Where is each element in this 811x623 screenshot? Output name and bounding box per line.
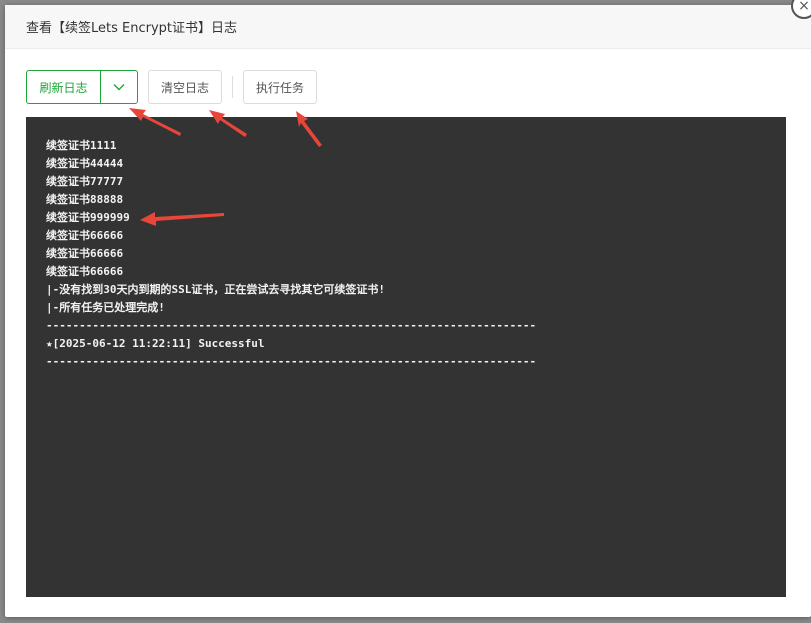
log-output: 续签证书1111 续签证书44444 续签证书77777 续签证书88888 续… xyxy=(26,117,786,597)
refresh-log-label: 刷新日志 xyxy=(39,80,88,95)
chevron-down-icon xyxy=(113,84,125,91)
log-line: 续签证书66666 xyxy=(46,247,124,260)
log-line: 续签证书1111 xyxy=(46,139,117,152)
log-line: |-没有找到30天内到期的SSL证书，正在尝试去寻找其它可续签证书! xyxy=(46,283,385,296)
refresh-log-button[interactable]: 刷新日志 xyxy=(27,71,101,103)
refresh-button-group: 刷新日志 xyxy=(26,70,138,104)
log-line: |-所有任务已处理完成! xyxy=(46,301,165,314)
log-line: 续签证书66666 xyxy=(46,229,124,242)
log-line: 续签证书66666 xyxy=(46,265,124,278)
log-line: 续签证书999999 xyxy=(46,211,130,224)
log-separator: ----------------------------------------… xyxy=(46,355,537,368)
dialog-header: 查看【续签Lets Encrypt证书】日志 xyxy=(5,5,811,49)
toolbar: 刷新日志 清空日志 执行任务 xyxy=(26,69,317,105)
refresh-dropdown-button[interactable] xyxy=(101,71,137,103)
log-line: 续签证书44444 xyxy=(46,157,124,170)
log-line: 续签证书88888 xyxy=(46,193,124,206)
execute-task-button[interactable]: 执行任务 xyxy=(243,70,317,104)
log-status-line: ★[2025-06-12 11:22:11] Successful xyxy=(46,337,265,350)
log-separator: ----------------------------------------… xyxy=(46,319,537,332)
toolbar-divider xyxy=(232,76,233,98)
dialog-title: 查看【续签Lets Encrypt证书】日志 xyxy=(26,21,238,36)
execute-task-label: 执行任务 xyxy=(255,80,304,95)
clear-log-button[interactable]: 清空日志 xyxy=(148,70,222,104)
clear-log-label: 清空日志 xyxy=(160,80,209,95)
log-line: 续签证书77777 xyxy=(46,175,124,188)
log-dialog: 查看【续签Lets Encrypt证书】日志 × 刷新日志 清空日志 执行任务 … xyxy=(5,0,811,617)
close-icon: × xyxy=(798,0,810,14)
